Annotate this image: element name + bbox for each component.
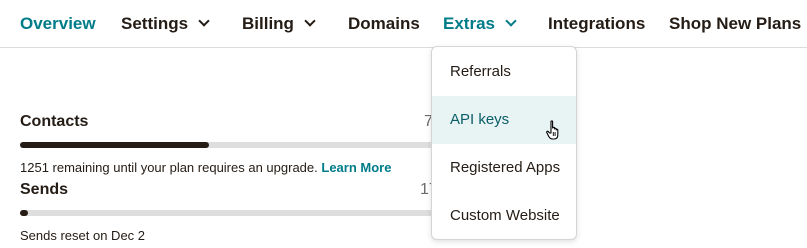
nav-tab-label: Domains [348,14,420,33]
nav-tab-shop-new-plans[interactable]: Shop New Plans [669,13,801,35]
nav-tab-label: Settings [121,14,189,33]
chevron-down-icon [505,15,517,27]
sends-progress-fill [20,210,29,216]
learn-more-link[interactable]: Learn More [321,160,391,175]
sends-note: Sends reset on Dec 2 [20,228,146,243]
contacts-note: 1251 remaining until your plan requires … [20,160,391,176]
menu-item-registered-apps[interactable]: Registered Apps [432,144,576,192]
contacts-label: Contacts [20,113,89,130]
sends-progress-bar [20,210,440,216]
nav-tab-label: Shop New Plans [669,14,802,33]
sends-label: Sends [20,181,69,198]
menu-item-referrals[interactable]: Referrals [432,48,576,96]
nav-tab-label: Extras [443,14,495,33]
hand-pointer-cursor-icon [546,120,559,140]
menu-item-label: Custom Website [450,207,560,224]
contacts-note-text: 1251 remaining until your plan requires … [20,160,318,175]
extras-dropdown-menu: Referrals API keys Registered Apps Custo… [431,46,577,240]
nav-tab-settings[interactable]: Settings [121,13,210,35]
chevron-down-icon [304,15,316,27]
nav-tab-integrations[interactable]: Integrations [548,13,645,35]
contacts-progress-fill [20,142,209,148]
contacts-progress-bar [20,142,440,148]
nav-tab-label: Overview [20,14,96,33]
nav-tab-overview[interactable]: Overview [20,13,96,35]
menu-item-label: Registered Apps [450,159,561,176]
nav-tab-label: Billing [242,14,294,33]
menu-item-label: API keys [450,111,510,128]
chevron-down-icon [198,15,210,27]
nav-tab-extras[interactable]: Extras [443,13,517,35]
menu-item-label: Referrals [450,63,511,80]
top-nav: Overview Settings Billing Domains Extras… [0,0,807,48]
account-page: Overview Settings Billing Domains Extras… [0,0,807,248]
menu-item-custom-website[interactable]: Custom Website [432,192,576,240]
nav-tab-label: Integrations [548,14,646,33]
nav-tab-billing[interactable]: Billing [242,13,316,35]
nav-tab-domains[interactable]: Domains [348,13,420,35]
